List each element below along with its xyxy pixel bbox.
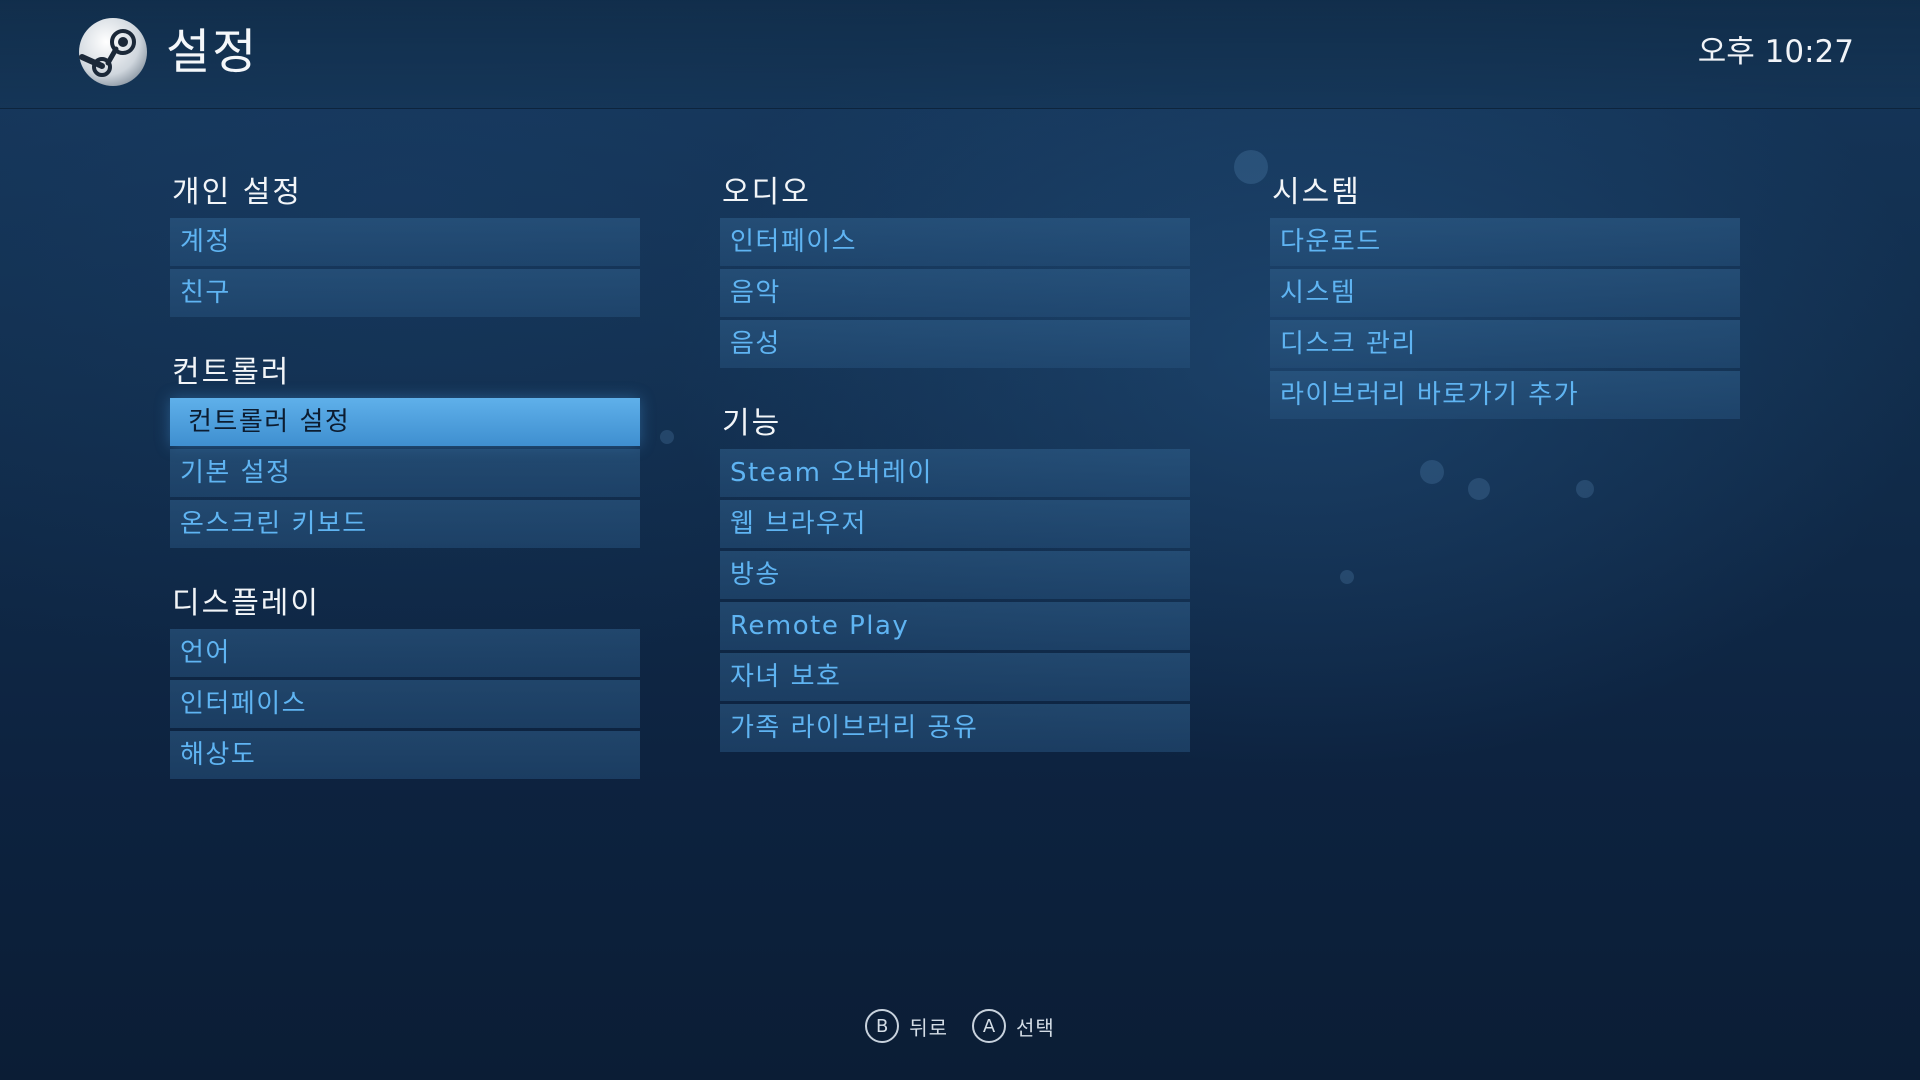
menu-item-web-browser[interactable]: 웹 브라우저 [720, 500, 1190, 548]
b-button-icon: B [865, 1009, 900, 1043]
background-sparkle [1340, 570, 1354, 584]
menu-item-resolution[interactable]: 해상도 [170, 731, 640, 779]
section-title-system: 시스템 [1272, 175, 1361, 210]
background-sparkle [1468, 478, 1490, 500]
background-sparkle [660, 430, 674, 444]
menu-item-onscreen-keyboard[interactable]: 온스크린 키보드 [170, 500, 640, 548]
hint-back[interactable]: B 뒤로 [865, 1009, 948, 1043]
a-button-icon: A [972, 1009, 1006, 1043]
background-sparkle [1234, 150, 1268, 184]
section-title-personal: 개인 설정 [172, 175, 302, 210]
menu-item-storage-management[interactable]: 디스크 관리 [1270, 320, 1740, 368]
menu-item-audio-interface[interactable]: 인터페이스 [720, 218, 1190, 266]
footer-hints: B 뒤로 A 선택 [0, 1006, 1920, 1046]
page-title: 설정 [166, 24, 259, 80]
menu-item-add-library-shortcut[interactable]: 라이브러리 바로가기 추가 [1270, 371, 1740, 419]
section-title-audio: 오디오 [722, 175, 811, 210]
header-bar: 설정 오후 10:27 [0, 0, 1920, 109]
settings-column-3: 시스템 다운로드 시스템 디스크 관리 라이브러리 바로가기 추가 [1270, 172, 1740, 422]
hint-back-label: 뒤로 [909, 1015, 948, 1040]
menu-item-friends[interactable]: 친구 [170, 269, 640, 317]
menu-item-remote-play[interactable]: Remote Play [720, 602, 1190, 650]
menu-item-broadcasting[interactable]: 방송 [720, 551, 1190, 599]
section-title-features: 기능 [722, 406, 782, 441]
menu-item-downloads[interactable]: 다운로드 [1270, 218, 1740, 266]
settings-column-2: 오디오 인터페이스 음악 음성 기능 Steam 오버레이 웹 브라우저 방송 … [720, 172, 1190, 755]
hint-select-label: 선택 [1016, 1015, 1055, 1040]
section-title-controller: 컨트롤러 [172, 355, 291, 390]
background-sparkle [1420, 460, 1444, 484]
menu-item-controller-settings[interactable]: 컨트롤러 설정 [170, 398, 640, 446]
settings-column-1: 개인 설정 계정 친구 컨트롤러 컨트롤러 설정 기본 설정 온스크린 키보드 … [170, 172, 640, 782]
hint-select[interactable]: A 선택 [972, 1009, 1055, 1043]
menu-item-parental-controls[interactable]: 자녀 보호 [720, 653, 1190, 701]
menu-item-family-library-sharing[interactable]: 가족 라이브러리 공유 [720, 704, 1190, 752]
clock: 오후 10:27 [1697, 34, 1854, 70]
menu-item-language[interactable]: 언어 [170, 629, 640, 677]
menu-item-system[interactable]: 시스템 [1270, 269, 1740, 317]
menu-item-display-interface[interactable]: 인터페이스 [170, 680, 640, 728]
menu-item-voice[interactable]: 음성 [720, 320, 1190, 368]
menu-item-steam-overlay[interactable]: Steam 오버레이 [720, 449, 1190, 497]
menu-item-music[interactable]: 음악 [720, 269, 1190, 317]
section-title-display: 디스플레이 [172, 586, 320, 621]
menu-item-account[interactable]: 계정 [170, 218, 640, 266]
menu-item-base-settings[interactable]: 기본 설정 [170, 449, 640, 497]
steam-logo-icon [79, 18, 147, 86]
background-sparkle [1576, 480, 1594, 498]
